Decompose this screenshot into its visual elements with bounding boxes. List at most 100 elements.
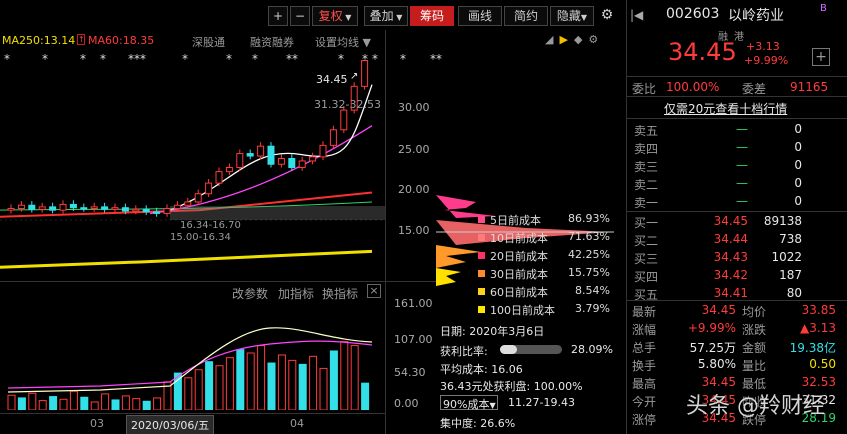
- close-icon[interactable]: ×: [367, 284, 381, 298]
- candle-body: [236, 153, 244, 169]
- legend-swatch: [478, 288, 485, 295]
- order-level: 卖一: [634, 196, 659, 210]
- margin-tab[interactable]: 融资融券: [250, 34, 294, 50]
- pin-icon[interactable]: ◆: [574, 33, 588, 46]
- kline-chart[interactable]: [0, 60, 440, 282]
- legend-name: 5日前成本: [490, 214, 541, 227]
- stat-value: 19.38亿: [789, 341, 836, 355]
- zoom-out-button[interactable]: −: [290, 6, 310, 26]
- watermark: 头条 @羚财经: [686, 394, 825, 419]
- legend-row: 60日前成本 8.54%: [478, 284, 610, 300]
- candle-body: [49, 206, 57, 211]
- chart-tools[interactable]: ◢▶◆⚙: [545, 33, 615, 47]
- chevron-down-icon: ▼: [393, 13, 403, 22]
- hide-label: 隐藏: [556, 9, 581, 23]
- order-volume: 1022: [771, 250, 802, 264]
- ma-settings-link[interactable]: 设置均线 ▼: [315, 34, 371, 50]
- overlay-label: 叠加: [369, 9, 394, 23]
- order-level: 卖四: [634, 142, 659, 156]
- profit-label: 获利比率:: [440, 345, 488, 358]
- price-change-pct: +9.99%: [744, 54, 789, 67]
- concentration: 集中度: 26.6%: [440, 417, 516, 430]
- order-price: 34.42: [713, 268, 748, 282]
- order-price: —: [736, 158, 748, 172]
- order-row: 买二 34.44 738: [634, 232, 806, 250]
- legend-pct: 86.93%: [568, 212, 610, 225]
- b-badge: B: [820, 3, 827, 14]
- volume-bar: [80, 396, 89, 410]
- legend-swatch: [478, 270, 485, 277]
- candle-body: [101, 206, 109, 210]
- volume-bar: [361, 382, 370, 410]
- candle-body: [80, 207, 88, 210]
- order-price: —: [736, 194, 748, 208]
- ma20-line: [149, 125, 373, 215]
- stat-label: 涨幅: [632, 323, 657, 337]
- tool-icon[interactable]: ◢: [545, 33, 559, 46]
- gear-icon[interactable]: ⚙: [588, 33, 604, 46]
- stat-label: 金额: [742, 341, 767, 355]
- order-price: —: [736, 122, 748, 136]
- candle-body: [309, 156, 317, 162]
- add-watchlist-button[interactable]: +: [812, 48, 830, 66]
- order-level: 卖三: [634, 160, 659, 174]
- order-row: 买一 34.45 89138: [634, 214, 806, 232]
- shencan-tab[interactable]: 深股通: [192, 34, 225, 50]
- candle-body: [215, 171, 223, 184]
- cost-select[interactable]: 90%成本▼: [440, 395, 498, 411]
- stat-label: 最高: [632, 377, 657, 391]
- order-level: 买二: [634, 234, 659, 248]
- settings-icon[interactable]: ⚙: [596, 6, 618, 26]
- stat-label: 涨停: [632, 413, 657, 427]
- simple-button[interactable]: 简约: [504, 6, 548, 26]
- candle-body: [121, 207, 129, 212]
- volume-bar: [101, 393, 110, 410]
- panel-toggle-icon[interactable]: |◀: [630, 8, 643, 22]
- legend-swatch: [478, 306, 485, 313]
- volume-tick: 161.00: [394, 297, 433, 310]
- ma60-label: MA60:18.35: [88, 34, 155, 47]
- volume-bar: [194, 369, 203, 410]
- volume-bar: [121, 395, 130, 410]
- stat-value: +9.99%: [687, 321, 736, 335]
- volume-bar: [17, 397, 26, 410]
- volume-bar: [267, 362, 276, 410]
- candle-body: [59, 203, 67, 211]
- stat-label: 量比: [742, 359, 767, 373]
- order-volume: 0: [794, 194, 802, 208]
- volume-bar: [38, 400, 47, 410]
- chip-button[interactable]: 筹码: [410, 6, 454, 26]
- draw-line-button[interactable]: 画线: [458, 6, 502, 26]
- order-row: 买四 34.42 187: [634, 268, 806, 286]
- adjust-dropdown[interactable]: 复权 ▼: [312, 6, 358, 26]
- stat-label: 涨跌: [742, 323, 767, 337]
- level10-ad-link[interactable]: 仅需20元查看十档行情: [664, 100, 787, 117]
- candle-body: [340, 109, 348, 131]
- order-volume: 0: [794, 140, 802, 154]
- volume-bar: [90, 401, 99, 410]
- volume-tick: 54.30: [394, 366, 426, 379]
- legend-pct: 42.25%: [568, 248, 610, 261]
- legend-row: 100日前成本 3.79%: [478, 302, 610, 318]
- candle-body: [319, 144, 327, 158]
- order-row: 卖五 — 0: [634, 122, 806, 140]
- flag-icon[interactable]: ▶: [559, 33, 573, 46]
- legend-row: 30日前成本 15.75%: [478, 266, 610, 282]
- order-volume: 0: [794, 176, 802, 190]
- volume-chart[interactable]: [0, 300, 386, 410]
- crosshair-date: 2020/03/06/五: [126, 415, 215, 434]
- volume-bar: [246, 352, 255, 410]
- stock-terminal: + − 复权 ▼ 叠加 ▼ 筹码 画线 简约 隐藏▼ ⚙ MA250:13.14…: [0, 0, 847, 434]
- candle-body: [90, 206, 98, 210]
- last-price: 34.45: [668, 38, 737, 66]
- cost-range: 11.27-19.43: [508, 396, 575, 409]
- cost-select-value: 90%成本: [443, 398, 490, 411]
- candle-body: [28, 204, 36, 210]
- legend-swatch: [478, 216, 485, 223]
- volume-bar: [340, 341, 349, 410]
- legend-name: 10日前成本: [490, 232, 548, 245]
- hide-dropdown[interactable]: 隐藏▼: [550, 6, 594, 26]
- stat-value: 33.85: [801, 303, 836, 317]
- overlay-dropdown[interactable]: 叠加 ▼: [364, 6, 408, 26]
- zoom-in-button[interactable]: +: [268, 6, 288, 26]
